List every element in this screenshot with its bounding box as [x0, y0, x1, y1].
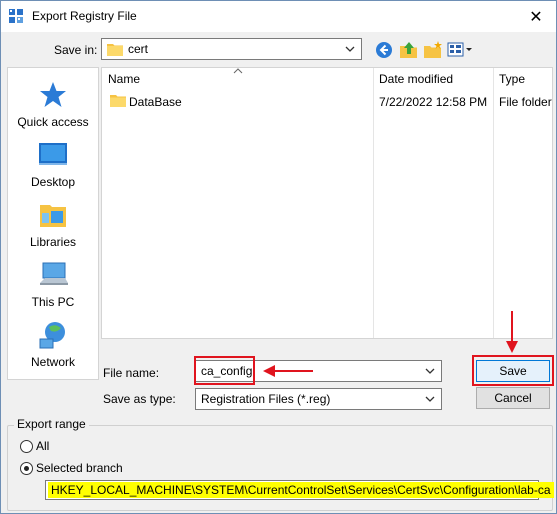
title-bar: Export Registry File ✕ — [1, 1, 556, 32]
sidebar-item-this-pc[interactable]: This PC — [8, 259, 98, 309]
desktop-icon — [39, 143, 67, 165]
file-name-cell: DataBase — [129, 95, 182, 109]
file-date-cell: 7/22/2022 12:58 PM — [379, 95, 488, 109]
new-folder-icon[interactable] — [423, 40, 443, 60]
save-button[interactable]: Save — [476, 360, 550, 382]
column-divider[interactable] — [373, 68, 374, 338]
save-in-dropdown[interactable]: cert — [101, 38, 362, 60]
places-sidebar: Quick access Desktop Libraries This PC N… — [7, 67, 99, 380]
sidebar-item-quick-access[interactable]: Quick access — [8, 79, 98, 129]
save-as-type-label: Save as type: — [103, 392, 176, 406]
chevron-down-icon[interactable] — [424, 364, 436, 378]
folder-icon — [110, 95, 126, 107]
radio-all-label[interactable]: All — [36, 439, 49, 453]
registry-icon — [9, 9, 23, 23]
file-name-label: File name: — [103, 366, 160, 380]
view-menu-icon[interactable] — [447, 41, 473, 59]
close-icon: ✕ — [529, 8, 543, 26]
libraries-icon — [40, 205, 66, 227]
window-title: Export Registry File — [32, 9, 137, 23]
column-header-name[interactable]: Name — [108, 72, 140, 86]
column-header-type[interactable]: Type — [499, 72, 525, 86]
column-header-date[interactable]: Date modified — [379, 72, 453, 86]
file-type-cell: File folder — [499, 95, 552, 109]
column-divider[interactable] — [493, 68, 494, 338]
sidebar-item-libraries[interactable]: Libraries — [8, 199, 98, 249]
save-in-label: Save in: — [54, 43, 98, 57]
chevron-down-icon — [345, 46, 355, 52]
chevron-down-icon — [425, 396, 435, 402]
file-list: Name Date modified Type DataBase 7/22/20… — [101, 67, 553, 339]
export-registry-dialog: Export Registry File ✕ Save in: cert Qui… — [0, 0, 557, 514]
save-as-type-dropdown[interactable]: Registration Files (*.reg) — [195, 388, 442, 410]
radio-selected-branch[interactable] — [20, 462, 33, 475]
annotation-arrow-down-icon — [506, 311, 518, 353]
folder-icon — [107, 44, 123, 56]
sidebar-item-desktop[interactable]: Desktop — [8, 139, 98, 189]
branch-path-input[interactable]: HKEY_LOCAL_MACHINE\SYSTEM\CurrentControl… — [45, 480, 554, 500]
save-as-type-value: Registration Files (*.reg) — [201, 392, 331, 406]
export-range-title: Export range — [14, 417, 89, 431]
sort-ascending-icon — [233, 68, 243, 74]
cancel-button[interactable]: Cancel — [476, 387, 550, 409]
sidebar-item-network[interactable]: Network — [8, 319, 98, 369]
save-in-value: cert — [128, 42, 149, 56]
annotation-highlight-box — [194, 356, 255, 385]
radio-all[interactable] — [20, 440, 33, 453]
radio-selected-branch-label[interactable]: Selected branch — [36, 461, 123, 475]
star-icon — [40, 82, 66, 107]
annotation-arrow-left-icon — [263, 365, 313, 377]
network-icon — [39, 322, 65, 349]
computer-icon — [40, 262, 68, 285]
close-button[interactable]: ✕ — [516, 1, 556, 32]
back-icon[interactable] — [375, 41, 393, 59]
branch-path-value: HKEY_LOCAL_MACHINE\SYSTEM\CurrentControl… — [48, 482, 554, 498]
up-folder-icon[interactable] — [399, 40, 419, 60]
